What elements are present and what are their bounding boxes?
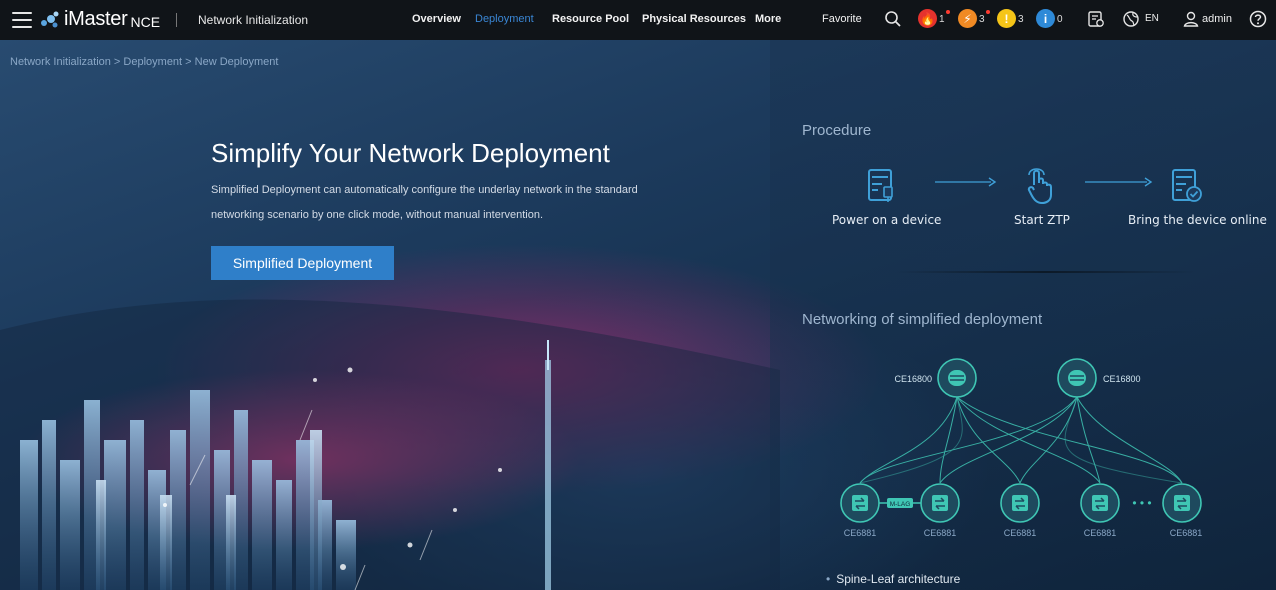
spine-label: CE16800 — [1103, 374, 1141, 384]
leaf-label: CE6881 — [1084, 528, 1117, 538]
major-alarm-count: 3 — [979, 14, 985, 25]
nav-more[interactable]: More — [755, 13, 781, 25]
networking-title: Networking of simplified deployment — [802, 311, 1043, 328]
bullet-icon: • — [826, 572, 831, 586]
spine-label: CE16800 — [894, 374, 932, 384]
page-title: Simplify Your Network Deployment — [211, 138, 610, 168]
search-icon[interactable] — [884, 10, 902, 28]
step-power-on: Power on a device — [832, 213, 942, 227]
top-navigation-bar: iMaster NCE Network Initialization Overv… — [0, 0, 1276, 40]
procedure-arrow — [935, 177, 997, 187]
spine-switch — [1057, 358, 1097, 398]
new-alarm-dot — [985, 10, 990, 14]
major-alarm-icon: ⚡ — [958, 9, 977, 28]
user-icon[interactable] — [1182, 10, 1200, 28]
mlag-label: M-LAG — [890, 501, 911, 508]
app-logo[interactable]: iMaster NCE — [40, 8, 160, 31]
help-icon[interactable] — [1249, 10, 1267, 28]
nav-resource-pool[interactable]: Resource Pool — [552, 13, 629, 25]
menu-icon[interactable] — [12, 12, 32, 28]
nav-overview[interactable]: Overview — [412, 13, 461, 25]
alarm-major[interactable]: ⚡ 3 — [958, 9, 990, 28]
language-selector[interactable]: EN — [1145, 13, 1159, 24]
simplified-deployment-button[interactable]: Simplified Deployment — [211, 246, 394, 280]
warning-alarm-icon: i — [1036, 9, 1055, 28]
page-description: Simplified Deployment can automatically … — [211, 184, 638, 221]
brand-name: iMaster — [64, 8, 128, 30]
leaf-label: CE6881 — [844, 528, 877, 538]
minor-alarm-count: 3 — [1018, 14, 1024, 25]
architecture-note: • Spine-Leaf architecture — [826, 572, 960, 586]
power-device-icon — [868, 169, 893, 202]
app-title: Network Initialization — [198, 13, 309, 27]
title-separator — [176, 13, 177, 27]
nav-deployment[interactable]: Deployment — [475, 13, 534, 25]
globe-icon[interactable] — [1122, 10, 1140, 28]
favorite-link[interactable]: Favorite — [822, 13, 862, 25]
device-online-icon — [1172, 169, 1202, 202]
step-start-ztp: Start ZTP — [1014, 213, 1070, 227]
procedure-title: Procedure — [802, 122, 872, 139]
nce-logo-icon — [41, 11, 59, 27]
step-bring-online: Bring the device online — [1128, 213, 1267, 227]
warning-alarm-count: 0 — [1057, 14, 1063, 25]
section-divider — [895, 271, 1195, 273]
minor-alarm-icon: ! — [997, 9, 1016, 28]
alarm-critical[interactable]: 🔥 1 — [918, 9, 950, 28]
leaf-label: CE6881 — [924, 528, 957, 538]
spine-switch — [937, 358, 977, 398]
critical-alarm-icon: 🔥 — [918, 9, 937, 28]
leaf-switch — [1162, 483, 1202, 523]
leaf-label: CE6881 — [1170, 528, 1203, 538]
touch-ztp-icon — [1027, 168, 1052, 205]
brand-suffix: NCE — [130, 13, 161, 30]
more-leaves-ellipsis: • • • — [1132, 496, 1151, 510]
spine-leaf-topology: CE16800 CE16800 M-LAG • • • CE6881 CE688… — [840, 358, 1203, 538]
breadcrumb: Network Initialization > Deployment > Ne… — [10, 56, 279, 68]
new-alarm-dot — [945, 10, 950, 14]
procedure-arrow — [1085, 177, 1153, 187]
leaf-switch — [1000, 483, 1040, 523]
nav-physical-resources[interactable]: Physical Resources — [642, 13, 746, 25]
leaf-label: CE6881 — [1004, 528, 1037, 538]
alarm-warning[interactable]: i 0 — [1036, 9, 1063, 28]
task-list-icon[interactable] — [1087, 10, 1105, 28]
alarm-minor[interactable]: ! 3 — [997, 9, 1024, 28]
city-illustration — [0, 299, 780, 590]
leaf-switch — [920, 483, 960, 523]
user-name[interactable]: admin — [1202, 13, 1232, 25]
architecture-label: Spine-Leaf architecture — [836, 572, 961, 586]
leaf-switch — [840, 483, 880, 523]
mlag-link: M-LAG — [879, 498, 921, 508]
leaf-switch — [1080, 483, 1120, 523]
critical-alarm-count: 1 — [939, 14, 945, 25]
